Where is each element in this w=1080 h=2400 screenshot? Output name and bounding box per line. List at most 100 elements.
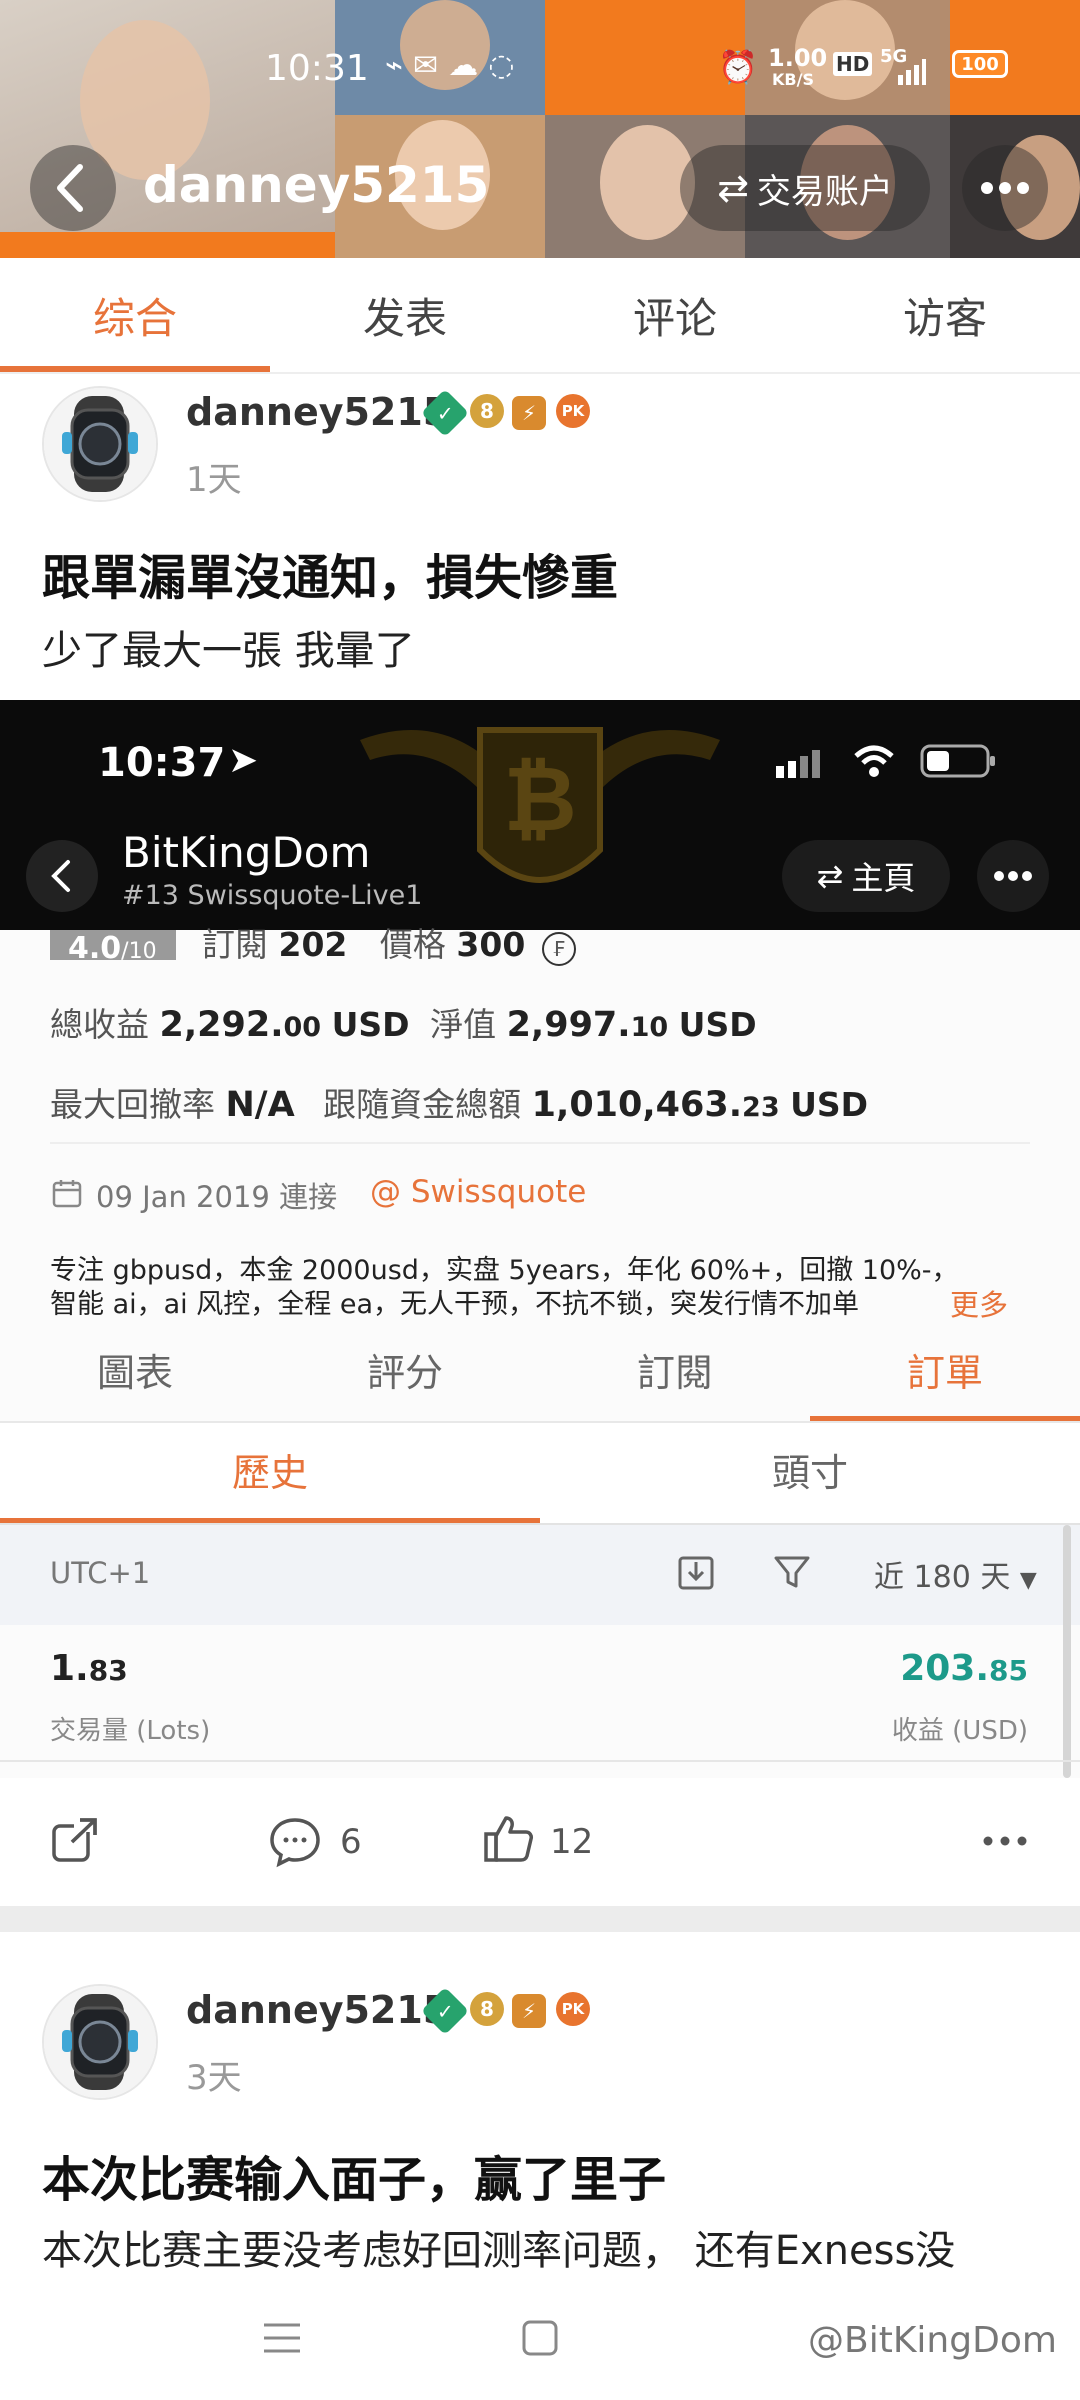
embed-more-button[interactable]	[977, 840, 1049, 912]
connect-date: 09 Jan 2019 連接	[96, 1180, 338, 1214]
more-dots-icon	[994, 871, 1032, 881]
scrollbar[interactable]	[1063, 1525, 1071, 1778]
watermark: @BitKingDom	[808, 2320, 1057, 2361]
coin-icon: ₣	[541, 932, 576, 966]
tab-overview[interactable]: 综合	[0, 258, 270, 372]
max-drawdown-label: 最大回撤率	[50, 1085, 215, 1124]
post-username[interactable]: danney5215	[186, 390, 449, 434]
more-button[interactable]	[962, 145, 1048, 231]
lots-int: 1.	[50, 1648, 89, 1689]
filter-icon[interactable]	[772, 1552, 812, 1592]
embed-tab-chart[interactable]: 圖表	[0, 1342, 270, 1397]
profit-equity-row: 總收益 2,292.00 USD 淨值 2,997.10 USD	[50, 998, 757, 1046]
equity-dec: 10	[630, 1012, 669, 1043]
profit-int: 203.	[900, 1648, 990, 1689]
follow-funds-cur: USD	[790, 1085, 869, 1124]
max-drawdown-value: N/A	[225, 1085, 295, 1125]
hd-badge: HD	[833, 52, 873, 76]
drawdown-funds-row: 最大回撤率 N/A 跟隨資金總額 1,010,463.23 USD	[50, 1078, 868, 1126]
post-avatar[interactable]	[42, 1984, 158, 2100]
subtab-history[interactable]: 歷史	[0, 1442, 540, 1497]
rating-max: /10	[121, 939, 157, 960]
embed-back-button[interactable]	[26, 840, 98, 912]
total-profit-int: 2,292.	[159, 1005, 284, 1045]
download-icon[interactable]	[676, 1552, 716, 1592]
trading-account-label: 交易账户	[756, 171, 893, 212]
chevron-down-icon: ▼	[1019, 1568, 1037, 1593]
location-arrow-icon: ➤	[228, 740, 259, 781]
pk-badge-icon: PK	[556, 1992, 590, 2026]
embed-tab-orders[interactable]: 訂單	[810, 1342, 1080, 1397]
price-value: 300	[456, 925, 526, 964]
post-more-icon[interactable]	[980, 1826, 1030, 1856]
equity-int: 2,997.	[506, 1005, 631, 1045]
rating-value: 4.0	[68, 931, 122, 960]
profit-dec: 85	[989, 1654, 1028, 1687]
embed-app-title: BitKingDom	[122, 828, 371, 877]
system-nav-bar: @BitKingDom	[0, 2280, 1080, 2400]
menu-nav-icon[interactable]	[262, 2320, 302, 2356]
lightning-badge-icon: ⚡	[512, 1994, 546, 2028]
active-tab-indicator	[0, 366, 270, 372]
comment-icon[interactable]	[268, 1814, 322, 1868]
trophy-badge-icon: 8	[470, 1992, 504, 2026]
embedded-screenshot-body: 4.0/10 訂閱 202 價格 300 ₣ 總收益 2,292.00 USD …	[0, 925, 1080, 1778]
chevron-left-icon	[57, 164, 83, 212]
post-time: 3天	[186, 2058, 242, 2098]
battery-icon: 100	[952, 50, 1008, 78]
watch-avatar-image	[44, 388, 156, 500]
follow-funds-dec: 23	[742, 1092, 780, 1123]
more-link[interactable]: 更多	[950, 1282, 1008, 1324]
embed-tab-rating[interactable]: 評分	[270, 1342, 540, 1397]
status-bar: 10:31 ⌁✉☁◌ ⏰ 1.00 KB/S HD 5G 100	[0, 40, 1080, 100]
lots-value: 1.83	[50, 1648, 128, 1689]
header-username: danney5215	[143, 156, 490, 214]
embed-signal-icon	[776, 748, 832, 778]
subtab-positions[interactable]: 頭寸	[540, 1442, 1080, 1497]
post-avatar[interactable]	[42, 386, 158, 502]
header-title-row: danney5215 ⇄ 交易账户	[0, 140, 1080, 240]
lightning-badge-icon: ⚡	[512, 396, 546, 430]
pk-badge-icon: PK	[556, 394, 590, 428]
timezone-label: UTC+1	[50, 1556, 151, 1590]
wifi-icon	[852, 742, 896, 778]
divider	[0, 1760, 1080, 1762]
trading-account-button[interactable]: ⇄ 交易账户	[680, 145, 930, 231]
range-dropdown[interactable]: 近 180 天 ▼	[874, 1552, 1037, 1596]
subscribe-label: 訂閱	[202, 925, 268, 964]
status-time: 10:31	[265, 48, 369, 89]
tab-posts[interactable]: 发表	[270, 258, 540, 372]
tab-visitors[interactable]: 访客	[810, 258, 1080, 372]
post-title[interactable]: 跟單漏單沒通知，損失慘重	[42, 538, 618, 608]
embed-tab-subscribe[interactable]: 訂閱	[540, 1342, 810, 1397]
post-username[interactable]: danney5215	[186, 1988, 449, 2032]
share-icon[interactable]	[50, 1816, 100, 1866]
post-title[interactable]: 本次比赛输入面子，赢了里子	[42, 2140, 666, 2210]
equity-label: 淨值	[430, 1005, 497, 1044]
follow-funds-label: 跟隨資金總額	[323, 1085, 522, 1124]
calendar-icon	[52, 1178, 82, 1208]
back-button[interactable]	[30, 145, 116, 231]
tab-comments[interactable]: 评论	[540, 258, 810, 372]
profit-label: 收益 (USD)	[891, 1716, 1028, 1746]
post-separator	[0, 1906, 1080, 1932]
embed-home-button[interactable]: ⇄ 主頁	[782, 840, 950, 912]
embed-battery-icon	[920, 744, 996, 778]
embed-status-time: 10:37	[98, 740, 226, 786]
post-body[interactable]: 少了最大一張 我暈了	[42, 618, 415, 676]
follow-funds-int: 1,010,463.	[531, 1085, 743, 1125]
trophy-badge-icon: 8	[470, 394, 504, 428]
range-label: 近 180 天	[874, 1560, 1011, 1595]
embedded-screenshot-header: ₿ 10:37 ➤ BitKingDom #13 Swissquote-Live…	[0, 700, 1080, 930]
post-body[interactable]: 本次比赛主要没考虑好回测率问题， 还有Exness没	[42, 2218, 955, 2276]
home-nav-icon[interactable]	[522, 2320, 558, 2356]
like-icon[interactable]	[482, 1812, 536, 1866]
broker-link[interactable]: @ Swissquote	[370, 1174, 586, 1210]
subscribe-price-row: 訂閱 202 價格 300 ₣	[202, 918, 576, 966]
notification-icons: ⌁✉☁◌	[385, 48, 525, 83]
strategy-description-line2: 智能 ai，ai 风控，全程 ea，无人干预，不抗不锁，突发行情不加单	[50, 1289, 859, 1320]
signal-icon	[898, 54, 926, 85]
chevron-left-icon	[51, 860, 70, 892]
net-speed-unit: KB/S	[772, 70, 814, 89]
embed-home-label: 主頁	[851, 859, 916, 897]
